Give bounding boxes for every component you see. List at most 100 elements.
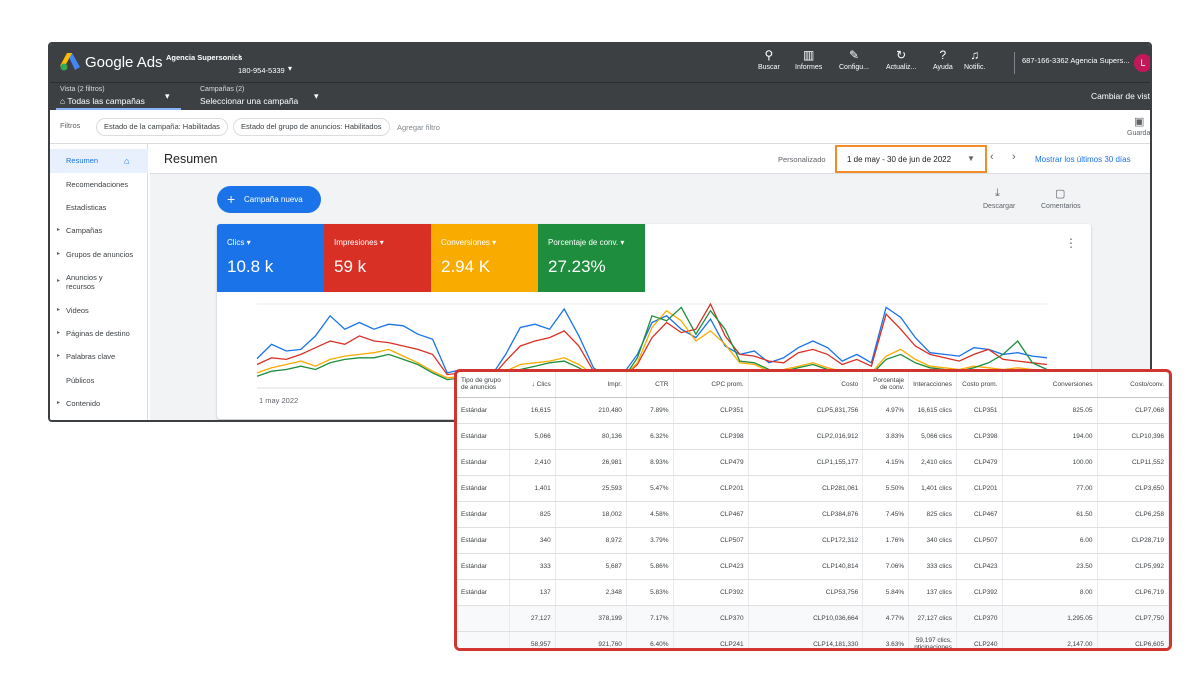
help-tool[interactable]: ? Ayuda xyxy=(933,48,953,71)
col-header[interactable]: Costo/conv. xyxy=(1097,372,1169,398)
col-header[interactable]: CPC prom. xyxy=(673,372,749,398)
sidebar-item-campanas[interactable]: ▸ Campañas xyxy=(50,226,148,235)
filter-chip-adgroup-status[interactable]: Estado del grupo de anuncios: Habilitado… xyxy=(233,118,390,136)
sidebar-item-recomendaciones[interactable]: Recomendaciones xyxy=(50,180,148,189)
table-row[interactable]: Estándar 16,615 210,480 7.89% CLP351 CLP5,831… xyxy=(457,397,1169,424)
account-id[interactable]: 180-954-5339 xyxy=(238,66,285,75)
sidebar-item-paginas[interactable]: ▸ Páginas de destino xyxy=(50,329,148,338)
chevron-right-icon[interactable]: › xyxy=(1012,151,1016,163)
account-name[interactable]: Agencia Supersonics xyxy=(166,53,242,62)
sidebar-item-label: Páginas de destino xyxy=(66,329,130,338)
table-row[interactable]: Estándar 137 2,348 5.83% CLP392 CLP53,756 5.84… xyxy=(457,579,1169,606)
more-vert-icon[interactable]: ⋮ xyxy=(1065,236,1077,250)
table-cell: CLP5,831,756 xyxy=(748,397,864,424)
date-custom-label: Personalizado xyxy=(778,155,826,164)
col-header[interactable]: Costo prom. xyxy=(956,372,1003,398)
table-row[interactable]: Estándar 340 8,972 3.79% CLP507 CLP172,312 1.7… xyxy=(457,527,1169,554)
refresh-icon: ↻ xyxy=(896,48,907,62)
comments-label[interactable]: Comentarios xyxy=(1041,203,1081,210)
new-campaign-button[interactable]: + Campaña nueva xyxy=(217,186,321,213)
table-cell: CLP467 xyxy=(673,501,749,528)
table-row[interactable]: Estándar 825 18,002 4.58% CLP467 CLP384,876 7.… xyxy=(457,501,1169,528)
notifications-tool[interactable]: ♫ Notific. xyxy=(964,48,985,71)
col-header[interactable]: Costo xyxy=(748,372,864,398)
campaign-selector[interactable]: Seleccionar una campaña xyxy=(200,96,298,106)
comment-icon[interactable]: ▢ xyxy=(1055,187,1065,200)
download-label[interactable]: Descargar xyxy=(983,203,1015,210)
view-selector[interactable]: ⌂ Todas las campañas xyxy=(60,96,145,106)
sidebar-item-grupos[interactable]: ▸ Grupos de anuncios xyxy=(50,250,148,259)
caret-down-icon[interactable]: ▾ xyxy=(314,91,319,102)
caret-down-icon[interactable]: ▾ xyxy=(165,91,170,102)
filter-chip-campaign-status[interactable]: Estado de la campaña: Habilitadas xyxy=(96,118,228,136)
table-cell: CLP201 xyxy=(673,475,749,502)
sidebar-item-publicos[interactable]: Públicos xyxy=(50,376,148,385)
metric-value: 10.8 k xyxy=(227,257,274,276)
table-cell: CLP1,155,177 xyxy=(748,449,864,476)
table-cell: CLP140,814 xyxy=(748,553,864,580)
chevron-right-icon[interactable]: › xyxy=(238,51,241,62)
table-row[interactable]: Estándar 333 5,687 5.86% CLP423 CLP140,814 7.0… xyxy=(457,553,1169,580)
sidebar-item-contenido[interactable]: ▸ Contenido xyxy=(50,399,148,408)
save-icon[interactable]: ▣ xyxy=(1134,115,1144,128)
table-row[interactable]: Estándar 2,410 26,981 8.93% CLP479 CLP1,155,1… xyxy=(457,449,1169,476)
avatar[interactable]: L xyxy=(1134,54,1150,72)
metric-card-conversions[interactable]: Conversiones ▾ 2.94 K xyxy=(431,224,538,292)
table-cell: 5.86% xyxy=(626,553,674,580)
table-cell: Estándar xyxy=(457,449,511,476)
sidebar-item-anuncios[interactable]: ▸ Anuncios y recursos xyxy=(50,273,148,291)
col-header[interactable]: ↓ Clics xyxy=(509,372,556,398)
reports-tool[interactable]: ▥ Informes xyxy=(795,48,822,71)
col-header[interactable]: Tipo de grupo de anuncios xyxy=(457,372,511,398)
save-label[interactable]: Guarda xyxy=(1127,130,1150,137)
sidebar-item-label: Videos xyxy=(66,306,89,315)
table-cell: CLP507 xyxy=(956,527,1003,554)
table-cell: CLP10,036,664 xyxy=(748,605,864,632)
col-header[interactable]: Interacciones xyxy=(908,372,957,398)
chevron-left-icon[interactable]: ‹ xyxy=(990,151,994,163)
table-cell: 4.77% xyxy=(862,605,910,632)
table-total-row[interactable]: 27,127 378,199 7.17% CLP370 CLP10,036,664 4.7… xyxy=(457,605,1169,632)
sidebar-item-resumen[interactable]: Resumen ⌂ xyxy=(50,149,148,173)
customer-account[interactable]: 687-166-3362 Agencia Supers... xyxy=(1022,56,1130,65)
col-header[interactable]: Impr. xyxy=(555,372,627,398)
col-header[interactable]: Conversiones xyxy=(1002,372,1098,398)
sidebar-item-videos[interactable]: ▸ Videos xyxy=(50,306,148,315)
sidebar-item-label: Estadísticas xyxy=(66,203,107,212)
table-cell: Estándar xyxy=(457,527,511,554)
col-header[interactable]: Porcentaje de conv. xyxy=(862,372,910,398)
search-tool[interactable]: ⚲ Buscar xyxy=(758,48,780,71)
change-view-button[interactable]: Cambiar de vist xyxy=(1091,91,1150,101)
table-total-row[interactable]: 58,957 921,760 6.40% CLP241 CLP14,181,330 3.6… xyxy=(457,631,1169,648)
table-header-row: Tipo de grupo de anuncios ↓ Clics Impr. … xyxy=(457,372,1169,398)
sidebar-item-label: Grupos de anuncios xyxy=(66,250,134,259)
sidebar-item-label: Anuncios y xyxy=(66,273,103,282)
download-icon[interactable]: ⤓ xyxy=(995,187,1000,200)
table-cell: 2,147.00 xyxy=(1002,631,1098,648)
caret-down-icon[interactable]: ▾ xyxy=(288,64,292,73)
table-cell: CLP281,061 xyxy=(748,475,864,502)
table-cell: CLP5,992 xyxy=(1097,553,1169,580)
page-header: Resumen Personalizado 1 de may - 30 de j… xyxy=(150,144,1150,174)
metric-card-impressions[interactable]: Impresiones ▾ 59 k xyxy=(324,224,431,292)
table-cell: 80,136 xyxy=(555,423,627,450)
add-filter-button[interactable]: Agregar filtro xyxy=(397,123,440,132)
google-ads-logo xyxy=(60,53,80,71)
metric-card-clicks[interactable]: Clics ▾ 10.8 k xyxy=(217,224,324,292)
date-range-picker[interactable]: 1 de may - 30 de jun de 2022 ▼ xyxy=(835,145,987,173)
refresh-tool[interactable]: ↻ Actualiz... xyxy=(886,48,916,71)
config-tool[interactable]: ✎ Configu... xyxy=(839,48,869,71)
table-cell: 27,127 clics xyxy=(908,605,957,632)
sidebar-item-palabras[interactable]: ▸ Palabras clave xyxy=(50,352,148,361)
table-cell: 26,981 xyxy=(555,449,627,476)
table-row[interactable]: Estándar 5,066 80,136 6.32% CLP398 CLP2,016,9… xyxy=(457,423,1169,450)
show-last-30-days-link[interactable]: Mostrar los últimos 30 días xyxy=(1035,155,1131,164)
table-row[interactable]: Estándar 1,401 25,593 5.47% CLP201 CLP281,061… xyxy=(457,475,1169,502)
table-cell: 5.84% xyxy=(862,579,910,606)
sidebar-item-estadisticas[interactable]: Estadísticas xyxy=(50,203,148,212)
col-header[interactable]: CTR xyxy=(626,372,674,398)
metric-card-conv-rate[interactable]: Porcentaje de conv. ▾ 27.23% xyxy=(538,224,645,292)
table-cell: 1,401 xyxy=(509,475,556,502)
table-cell: 4.15% xyxy=(862,449,910,476)
table-cell: 1,295.05 xyxy=(1002,605,1098,632)
